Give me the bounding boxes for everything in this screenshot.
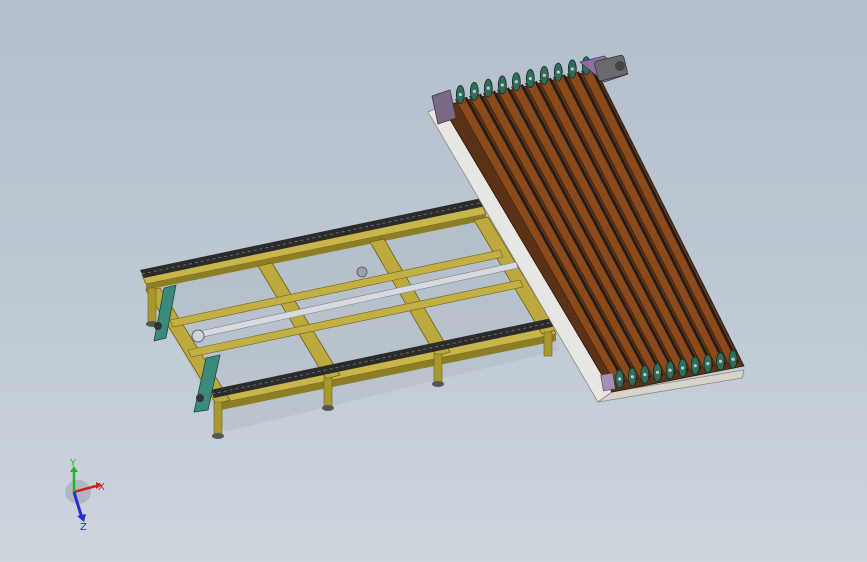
sprocket-hub <box>668 368 672 372</box>
sprocket-hub <box>693 364 697 368</box>
graphics-viewport[interactable]: X Y Z <box>0 0 867 562</box>
sprocket-hub <box>630 375 634 379</box>
cad-model-scene[interactable] <box>0 0 867 562</box>
z-axis-label: Z <box>80 522 87 533</box>
sprocket-hub <box>731 357 735 361</box>
sprocket-hub <box>655 370 660 375</box>
sprocket-hub <box>681 366 685 370</box>
z-axis-head <box>77 514 86 522</box>
sprocket-hub <box>706 362 710 366</box>
y-axis-label: Y <box>69 458 77 469</box>
sprocket-hub <box>500 83 504 87</box>
sprocket-hub <box>556 70 560 74</box>
sprocket-hub <box>718 359 723 364</box>
sprocket-hub <box>618 377 622 381</box>
x-axis-label: X <box>98 482 105 493</box>
sprocket-hub <box>542 73 546 77</box>
sprocket-hub <box>472 89 476 93</box>
bottom-end-cap <box>600 372 616 392</box>
sprocket-hub <box>486 86 490 90</box>
sprocket-hub <box>570 67 574 71</box>
sprocket-hub <box>458 92 462 97</box>
sprocket-hub <box>643 373 647 377</box>
reference-triad[interactable]: X Y Z <box>52 456 108 536</box>
sprocket-hub <box>528 76 532 81</box>
sprocket-hub <box>514 80 518 84</box>
